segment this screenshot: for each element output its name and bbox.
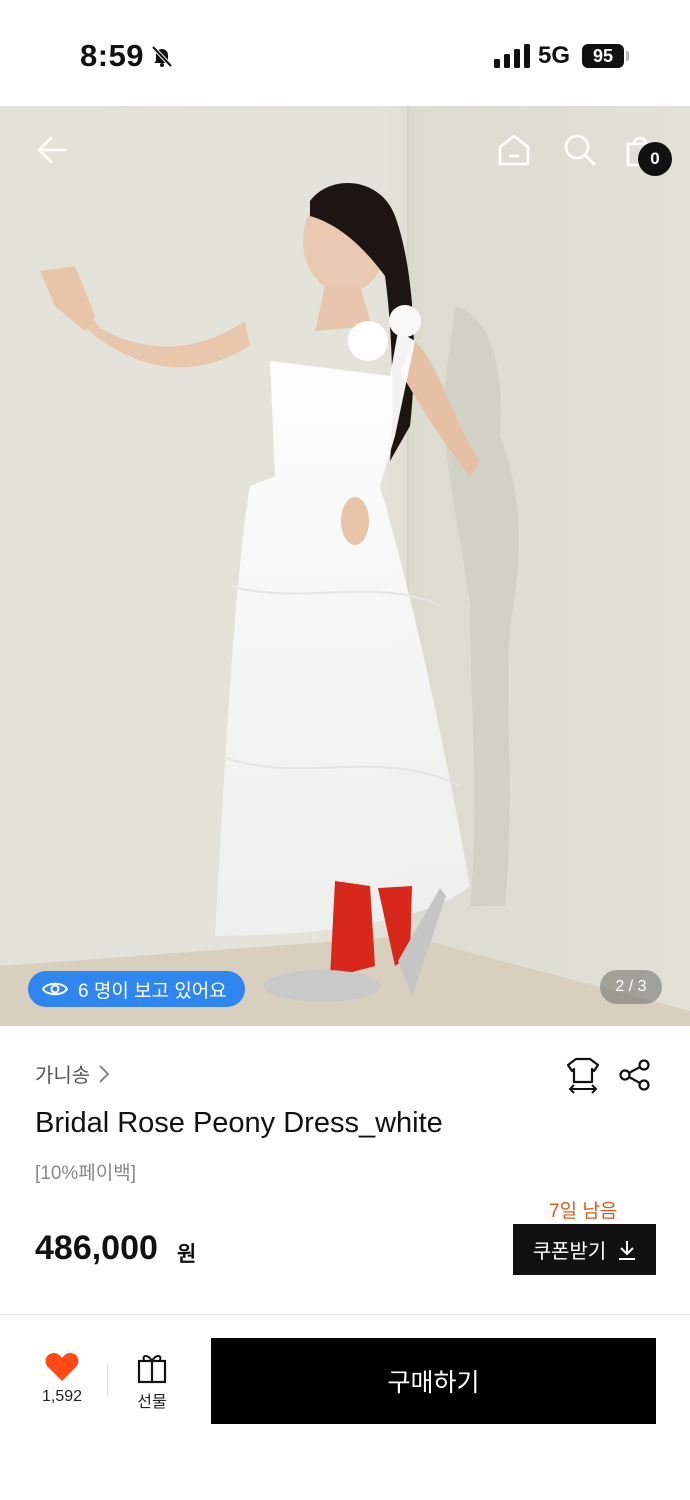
cart-count-badge: 0 — [638, 142, 672, 176]
brand-name: 가니송 — [35, 1065, 91, 1087]
viewers-text: 6 명이 보고 있어요 — [78, 980, 227, 1002]
share-button[interactable] — [615, 1055, 655, 1095]
network-label: 5G — [538, 42, 571, 69]
product-image[interactable] — [0, 106, 690, 1026]
product-title: Bridal Rose Peony Dress_white — [35, 1107, 443, 1139]
product-photo — [0, 106, 690, 1026]
like-count: 1,592 — [41, 1388, 83, 1405]
image-counter: 2 / 3 — [600, 970, 662, 1004]
back-button[interactable] — [30, 128, 74, 172]
brand-link[interactable]: 가니송 — [35, 1059, 110, 1088]
chevron-right-icon — [99, 1064, 110, 1083]
status-time: 8:59 — [80, 38, 145, 73]
bell-slash-icon — [151, 45, 173, 68]
product-tag: [10%페이백] — [35, 1163, 137, 1184]
get-coupon-button[interactable]: 쿠폰받기 — [513, 1224, 656, 1275]
back-arrow-icon — [37, 136, 67, 164]
product-price: 486,000 — [35, 1229, 158, 1267]
home-button[interactable] — [492, 128, 536, 172]
coupon-days-left: 7일 남음 — [549, 1201, 618, 1222]
gift-label: 선물 — [137, 1394, 167, 1411]
battery-indicator: 95 — [582, 44, 624, 68]
eye-icon — [42, 982, 68, 996]
size-guide-icon — [566, 1057, 600, 1094]
gift-button[interactable]: 선물 — [124, 1352, 180, 1416]
signal-icon — [494, 44, 530, 68]
size-guide-button[interactable] — [563, 1055, 603, 1095]
battery-tip — [626, 51, 629, 61]
search-button[interactable] — [558, 128, 602, 172]
coupon-label: 쿠폰받기 — [532, 1241, 607, 1263]
section-divider — [0, 1314, 690, 1315]
like-button[interactable]: 1,592 — [30, 1352, 94, 1416]
share-icon — [619, 1059, 650, 1091]
buy-button[interactable]: 구매하기 — [211, 1338, 656, 1424]
search-icon — [564, 134, 596, 166]
viewers-badge: 6 명이 보고 있어요 — [28, 971, 245, 1007]
gift-icon — [137, 1355, 167, 1384]
price-unit: 원 — [177, 1243, 197, 1266]
bottom-separator — [107, 1363, 108, 1397]
status-bar: 8:59 5G 95 — [0, 0, 690, 106]
heart-icon — [45, 1353, 79, 1381]
home-icon — [498, 134, 530, 166]
download-icon — [619, 1240, 636, 1260]
